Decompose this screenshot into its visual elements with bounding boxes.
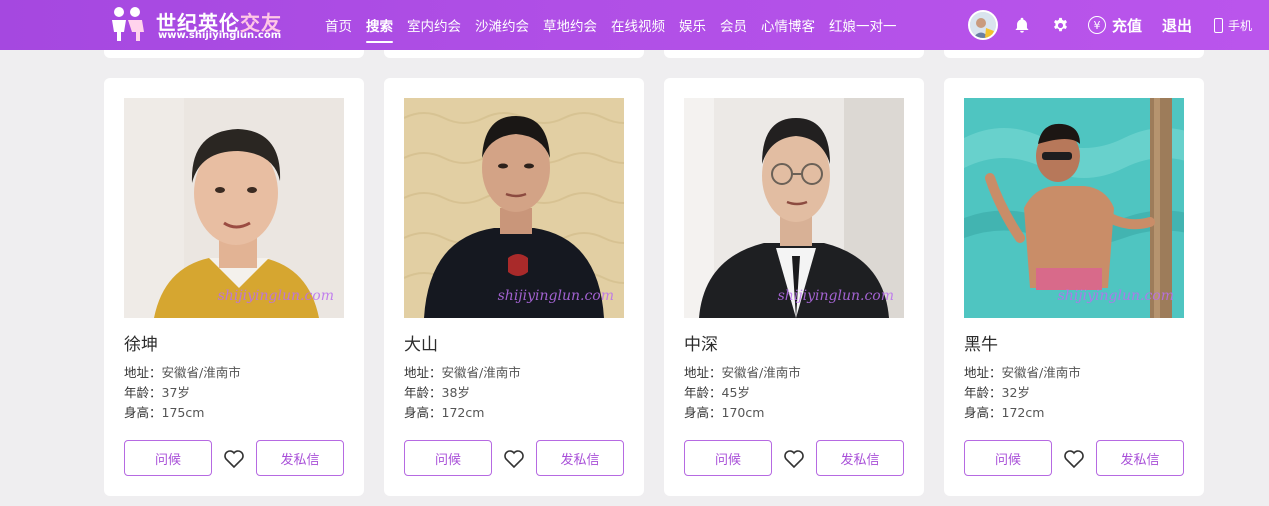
address-label: 地址： [684,365,722,380]
address-label: 地址： [404,365,442,380]
logo-url: www.shijiyinglun.com [158,30,282,41]
profile-address: 地址：安徽省/淮南市 [964,362,1081,381]
heart-icon[interactable] [782,446,806,470]
heart-icon[interactable] [222,446,246,470]
profile-age: 年龄：32岁 [964,382,1030,401]
nav-item-entertainment[interactable]: 娱乐 [679,11,706,39]
height-label: 身高： [684,405,722,420]
photo-watermark: shijiyinglun.com [217,288,334,304]
nav-item-search[interactable]: 搜索 [366,11,393,43]
heart-icon[interactable] [1062,446,1086,470]
nav-item-membership[interactable]: 会员 [720,11,747,39]
heart-icon[interactable] [502,446,526,470]
avatar-image [970,12,996,38]
recharge-label: 充值 [1112,16,1143,35]
profile-card[interactable]: shijiyinglun.com 徐坤 地址：安徽省/淮南市 年龄：37岁 身高… [104,78,364,496]
address-value: 安徽省/淮南市 [161,365,241,380]
phone-icon [1214,17,1224,33]
profile-name[interactable]: 黑牛 [964,330,998,355]
logo-couple-icon [112,7,144,41]
profile-photo[interactable]: shijiyinglun.com [124,98,344,318]
profile-card[interactable]: shijiyinglun.com 黑牛 地址：安徽省/淮南市 年龄：32岁 身高… [944,78,1204,496]
photo-watermark: shijiyinglun.com [777,288,894,304]
profile-address: 地址：安徽省/淮南市 [684,362,801,381]
profile-photo[interactable]: shijiyinglun.com [404,98,624,318]
address-label: 地址： [964,365,1002,380]
age-value: 37岁 [161,385,190,400]
nav-item-lawn-date[interactable]: 草地约会 [543,11,597,39]
recharge-button[interactable]: ¥ 充值 [1088,15,1142,36]
top-navigation-bar: 世纪英伦交友 www.shijiyinglun.com 首页 搜索 室内约会 沙… [0,0,1269,50]
nav-item-matchmaker[interactable]: 红娘一对一 [829,11,897,39]
mobile-link[interactable]: 手机 [1214,17,1252,34]
photo-watermark: shijiyinglun.com [1057,288,1174,304]
height-value: 175cm [161,405,205,420]
age-label: 年龄： [404,385,442,400]
bell-icon[interactable] [1012,15,1032,35]
nav-item-mood-blog[interactable]: 心情博客 [761,11,815,39]
profile-age: 年龄：38岁 [404,382,470,401]
profile-height: 身高：172cm [964,402,1044,421]
greet-button[interactable]: 问候 [404,440,492,476]
height-label: 身高： [124,405,162,420]
profile-photo[interactable]: shijiyinglun.com [684,98,904,318]
private-message-button[interactable]: 发私信 [1096,440,1184,476]
height-value: 172cm [1001,405,1045,420]
profile-height: 身高：170cm [684,402,764,421]
nav-item-home[interactable]: 首页 [325,11,352,39]
height-value: 172cm [441,405,485,420]
profile-name[interactable]: 中深 [684,330,718,355]
gear-icon[interactable] [1050,15,1070,35]
profile-age: 年龄：45岁 [684,382,750,401]
photo-watermark: shijiyinglun.com [497,288,614,304]
logout-button[interactable]: 退出 [1162,15,1192,36]
address-value: 安徽省/淮南市 [721,365,801,380]
profile-name[interactable]: 徐坤 [124,330,158,355]
age-value: 38岁 [441,385,470,400]
yuan-icon: ¥ [1088,16,1106,34]
greet-button[interactable]: 问候 [684,440,772,476]
age-label: 年龄： [964,385,1002,400]
age-value: 45岁 [721,385,750,400]
private-message-button[interactable]: 发私信 [536,440,624,476]
nav-item-indoor-date[interactable]: 室内约会 [407,11,461,39]
profile-card[interactable]: shijiyinglun.com 大山 地址：安徽省/淮南市 年龄：38岁 身高… [384,78,644,496]
private-message-button[interactable]: 发私信 [256,440,344,476]
nav-item-online-video[interactable]: 在线视频 [611,11,665,39]
age-label: 年龄： [684,385,722,400]
age-value: 32岁 [1001,385,1030,400]
profile-height: 身高：175cm [124,402,204,421]
height-value: 170cm [721,405,765,420]
profile-name[interactable]: 大山 [404,330,438,355]
address-value: 安徽省/淮南市 [441,365,521,380]
private-message-button[interactable]: 发私信 [816,440,904,476]
site-logo[interactable]: 世纪英伦交友 www.shijiyinglun.com [108,4,308,44]
greet-button[interactable]: 问候 [124,440,212,476]
address-label: 地址： [124,365,162,380]
user-area: ¥ 充值 退出 手机 [968,0,1252,50]
height-label: 身高： [964,405,1002,420]
height-label: 身高： [404,405,442,420]
profile-card[interactable]: shijiyinglun.com 中深 地址：安徽省/淮南市 年龄：45岁 身高… [664,78,924,496]
address-value: 安徽省/淮南市 [1001,365,1081,380]
profile-age: 年龄：37岁 [124,382,190,401]
age-label: 年龄： [124,385,162,400]
user-avatar[interactable] [968,10,998,40]
profile-photo[interactable]: shijiyinglun.com [964,98,1184,318]
profile-address: 地址：安徽省/淮南市 [124,362,241,381]
main-nav: 首页 搜索 室内约会 沙滩约会 草地约会 在线视频 娱乐 会员 心情博客 红娘一… [318,0,904,50]
greet-button[interactable]: 问候 [964,440,1052,476]
profile-height: 身高：172cm [404,402,484,421]
nav-item-beach-date[interactable]: 沙滩约会 [475,11,529,39]
profile-address: 地址：安徽省/淮南市 [404,362,521,381]
mobile-label: 手机 [1228,18,1253,33]
